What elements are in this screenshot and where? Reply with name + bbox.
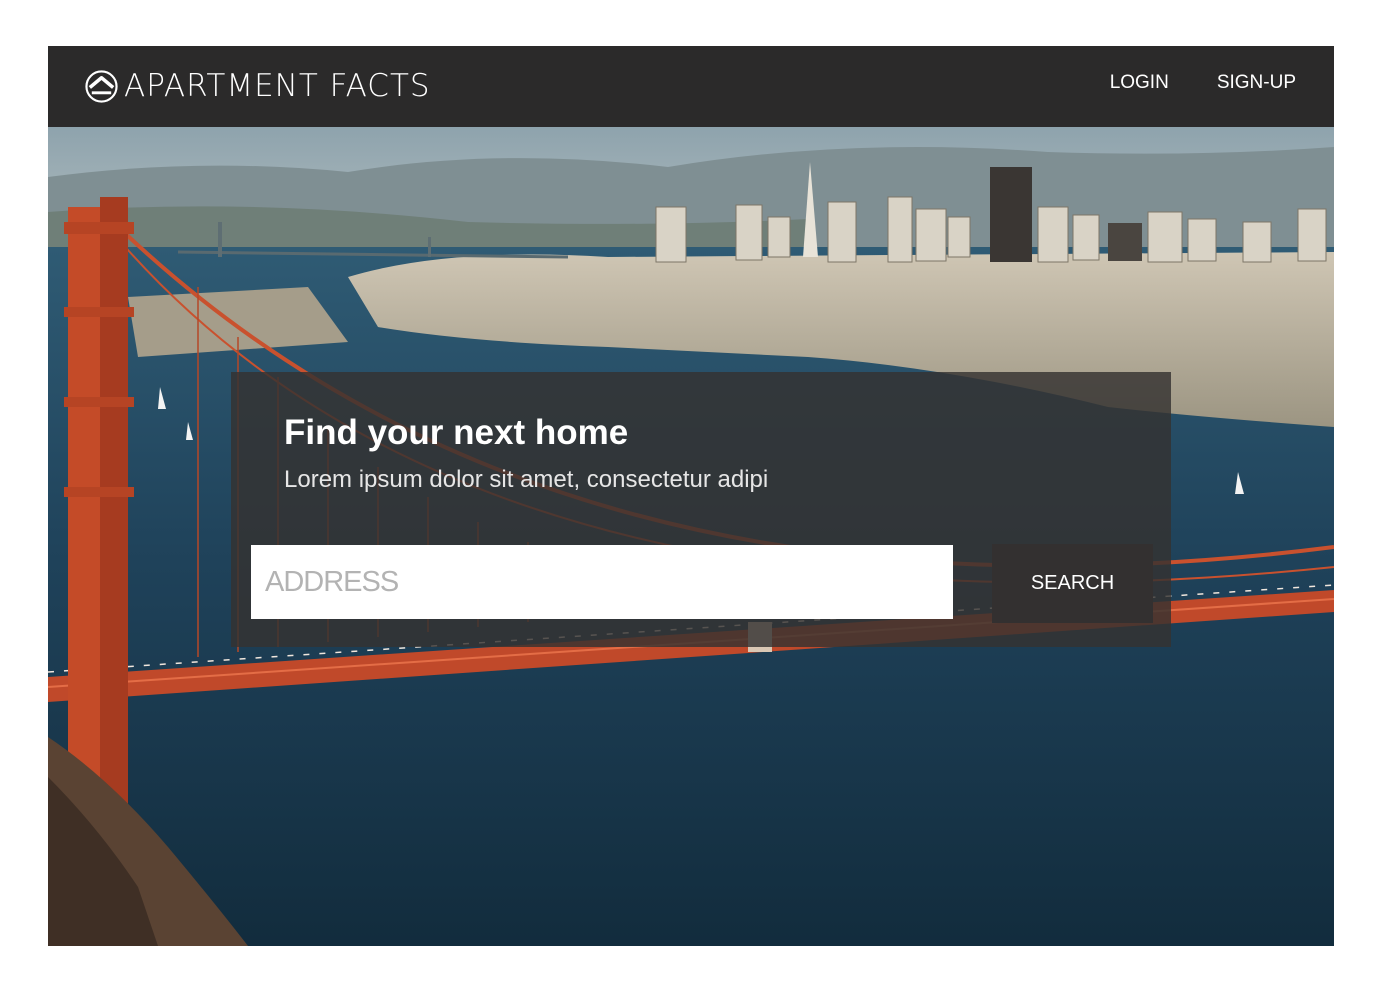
- hero-title: Find your next home: [284, 413, 629, 452]
- signup-link[interactable]: SIGN-UP: [1217, 72, 1296, 94]
- brand-home-link[interactable]: APARTMENT FACTS: [85, 68, 431, 104]
- page-frame: APARTMENT FACTS LOGIN SIGN-UP Find your …: [48, 46, 1334, 946]
- search-panel: Find your next home Lorem ipsum dolor si…: [231, 372, 1171, 647]
- nav-links: LOGIN SIGN-UP: [1110, 72, 1296, 94]
- hero-subtitle: Lorem ipsum dolor sit amet, consectetur …: [284, 466, 769, 493]
- address-input[interactable]: [251, 545, 953, 619]
- house-roof-logo-icon: [85, 69, 118, 103]
- login-link[interactable]: LOGIN: [1110, 72, 1169, 94]
- hero-background: Find your next home Lorem ipsum dolor si…: [48, 127, 1334, 946]
- search-button[interactable]: SEARCH: [992, 544, 1153, 623]
- brand-name: APARTMENT FACTS: [124, 68, 431, 104]
- top-navbar: APARTMENT FACTS LOGIN SIGN-UP: [48, 46, 1334, 127]
